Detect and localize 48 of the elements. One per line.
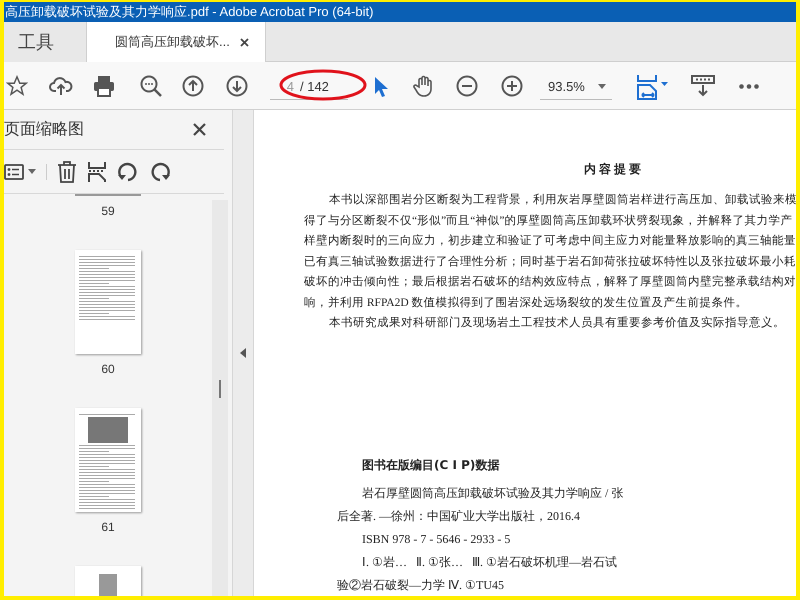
cip-heading: 图书在版编目(C I P)数据 (362, 456, 500, 474)
zoom-in-icon[interactable] (501, 75, 523, 97)
page-thumbnail[interactable] (75, 250, 141, 354)
body-text-line: 破坏的冲击倾向性；最后根据岩石破坏的结构效应特点，解释了厚壁圆筒内壁完整承载结构对 (304, 274, 796, 290)
cip-text-line: 验②岩石破裂—力学 Ⅳ. ①TU45 (337, 576, 504, 594)
fit-page-icon[interactable] (636, 74, 670, 100)
keyboard-download-icon[interactable] (691, 75, 715, 97)
cip-text-line: 后全著. —徐州：中国矿业大学出版社，2016.4 (337, 508, 580, 524)
tab[interactable]: 圆筒高压卸载破坏... (86, 22, 266, 62)
page-number-label: 61 (101, 519, 115, 536)
caret-icon (598, 84, 606, 89)
close-icon[interactable] (193, 123, 206, 136)
body-text-line: 样壁内断裂时的三向应力，初步建立和验证了可考虑中间主应力对能量释放影响的真三轴能量 (304, 233, 796, 249)
page-heading: 内 容 提 要 (584, 161, 641, 178)
page-number-label: 59 (101, 203, 115, 220)
scrollbar[interactable] (212, 200, 228, 596)
options-dropdown[interactable] (4, 164, 47, 180)
star-icon[interactable] (6, 75, 28, 97)
arrow-up-circle-icon[interactable] (182, 75, 204, 97)
rotate-left-icon[interactable] (117, 160, 139, 182)
insert-page-icon[interactable] (87, 160, 107, 182)
arrow-down-circle-icon[interactable] (226, 75, 248, 97)
search-icon[interactable] (139, 74, 163, 98)
cip-text-line: Ⅰ. ①岩… Ⅱ. ①张… Ⅲ. ①岩石破坏机理—岩石试 (362, 554, 617, 570)
cloud-upload-icon[interactable] (49, 75, 73, 97)
cip-text-line: ISBN 978 - 7 - 5646 - 2933 - 5 (362, 530, 510, 548)
collapse-arrow-icon[interactable] (240, 348, 246, 358)
trash-icon[interactable] (57, 160, 77, 182)
rotate-right-icon[interactable] (149, 160, 171, 182)
more-icon[interactable] (739, 84, 759, 89)
cursor-arrow-icon[interactable] (374, 76, 388, 98)
zoom-dropdown[interactable]: 93.5% (540, 74, 612, 100)
close-icon[interactable] (240, 38, 249, 46)
body-text-line: 得了与分区断裂不仅“形似”而且“神似”的厚壁圆筒高压卸载环状劈裂现象，并解释了其力学产 (304, 213, 792, 228)
panel-title: 页面缩略图 (4, 120, 84, 140)
page-thumbnail-edge[interactable] (75, 194, 141, 196)
body-text-line: 已有真三轴试验数据进行了合理性分析；同时基于岩石卸荷张拉破坏特性以及张拉破坏最小耗 (304, 254, 796, 270)
list-icon (4, 164, 24, 180)
caret-icon (28, 169, 36, 174)
zoom-out-icon[interactable] (456, 75, 478, 97)
body-text-line: 本书研究成果对科研部门及现场岩土工程技术人员具有重要参考价值及实际指导意义。 (329, 315, 785, 331)
body-text-line: 响，并利用 RFPA2D 数值模拟得到了围岩深处远场裂纹的发生位置及产生前提条件。 (304, 296, 748, 310)
print-icon[interactable] (93, 75, 115, 97)
cip-text-line: 岩石厚壁圆筒高压卸载破坏试验及其力学响应 / 张 (362, 484, 624, 502)
page-thumbnail[interactable] (75, 408, 141, 512)
page-number-field[interactable]: 4 / 142 (270, 74, 348, 100)
window-title: 高压卸载破坏试验及其力学响应.pdf - Adobe Acrobat Pro (64-bit) (5, 3, 374, 22)
page-number-label: 60 (101, 361, 115, 378)
